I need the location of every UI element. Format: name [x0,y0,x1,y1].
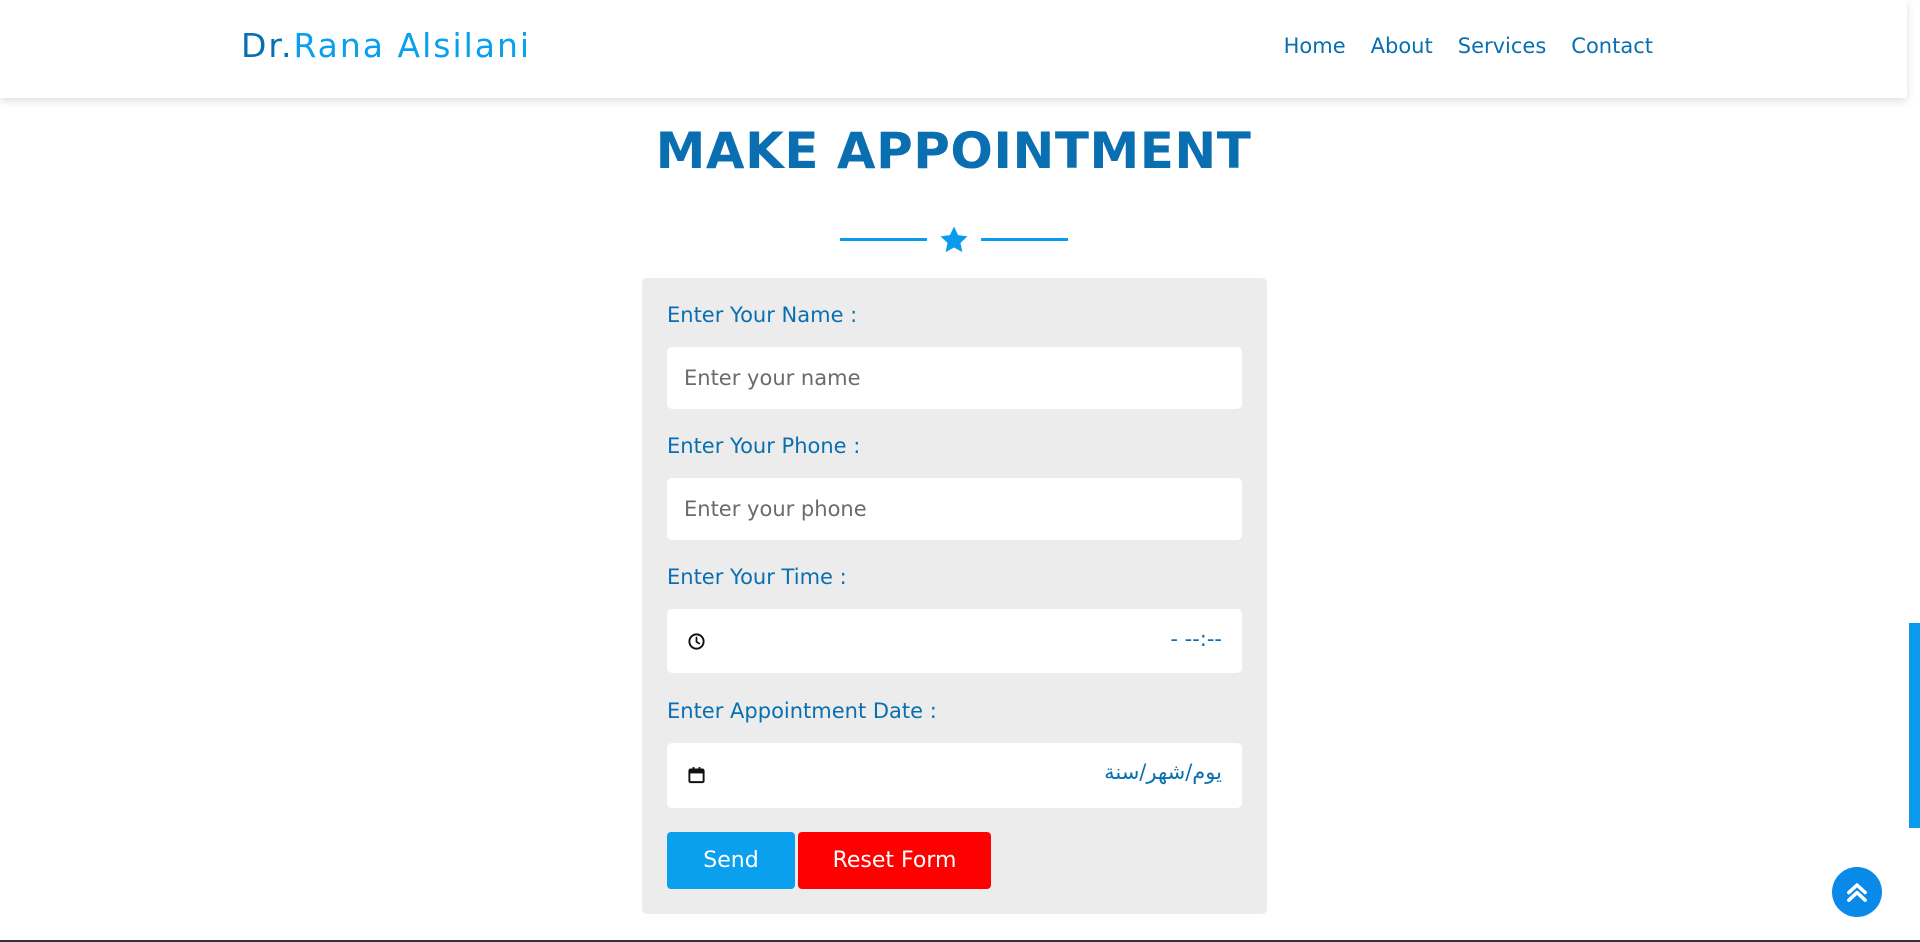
navbar: Dr.Rana Alsilani Home About Services Con… [0,0,1907,98]
time-value: - --:-- [1170,627,1222,651]
reset-form-button[interactable]: Reset Form [798,832,991,889]
double-chevron-up-icon [1847,883,1867,902]
phone-input[interactable] [667,478,1242,540]
star-icon [940,226,968,253]
brand-logo[interactable]: Dr.Rana Alsilani [241,26,531,65]
nav-home-link[interactable]: Home [1284,34,1346,58]
brand-name: Rana Alsilani [293,26,532,65]
scroll-to-top-button[interactable] [1832,867,1882,917]
nav-about-link[interactable]: About [1371,34,1433,58]
phone-field-wrapper [667,478,1242,540]
page-title: MAKE APPOINTMENT [655,122,1252,180]
scroll-indicator[interactable] [1909,623,1920,828]
date-input[interactable]: يوم/شهر/سنة [667,743,1242,808]
calendar-icon[interactable] [687,765,706,785]
phone-label: Enter Your Phone : [667,434,861,458]
send-button[interactable]: Send [667,832,795,889]
nav-services-link[interactable]: Services [1458,34,1547,58]
name-label: Enter Your Name : [667,303,858,327]
nav-contact-link[interactable]: Contact [1571,34,1653,58]
date-label: Enter Appointment Date : [667,699,937,723]
brand-prefix: Dr. [241,26,294,65]
title-divider [840,223,1068,257]
date-value: يوم/شهر/سنة [1104,760,1222,784]
clock-icon[interactable] [687,632,706,651]
appointment-form: Enter Your Name : Enter Your Phone : Ent… [642,278,1267,914]
divider-line-right [981,238,1068,241]
time-label: Enter Your Time : [667,565,847,589]
main-nav: Home About Services Contact [1284,34,1653,58]
name-input[interactable] [667,347,1242,409]
time-input[interactable]: - --:-- [667,609,1242,673]
name-field-wrapper [667,347,1242,409]
divider-line-left [840,238,927,241]
